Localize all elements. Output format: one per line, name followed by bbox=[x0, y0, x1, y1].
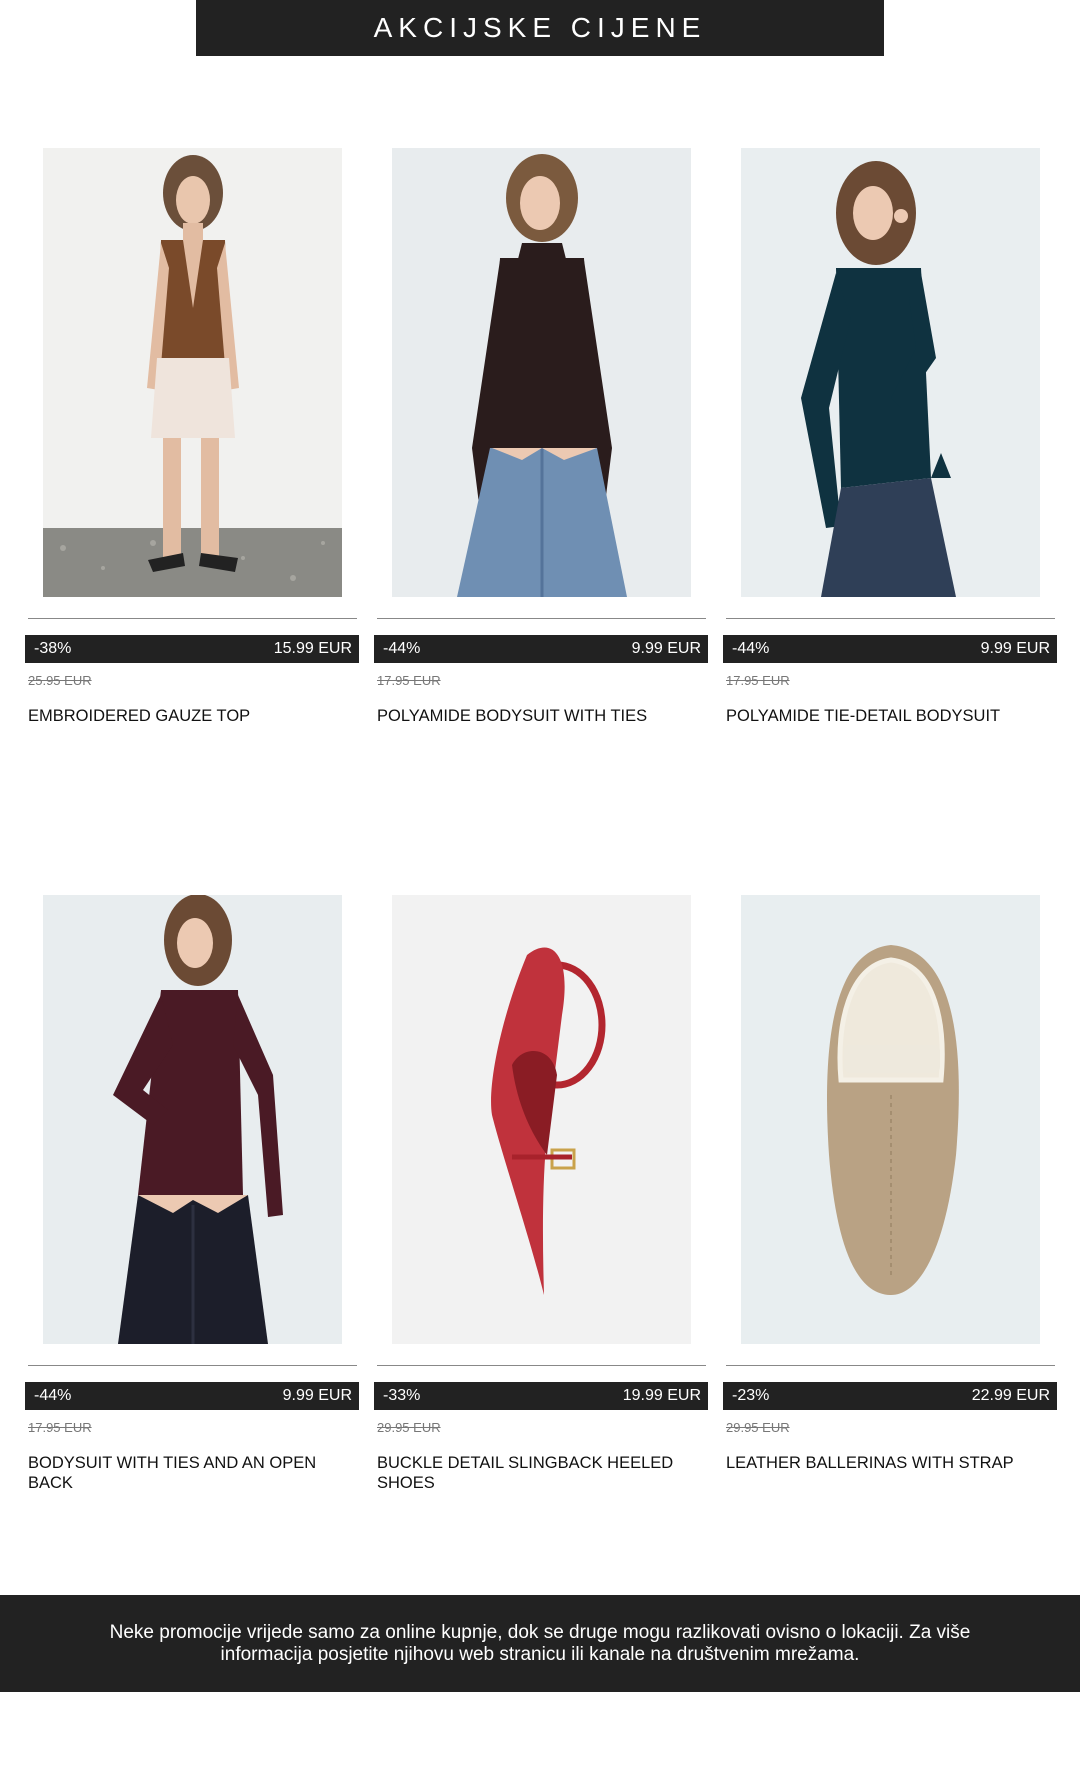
price-bar: -44% 9.99 EUR bbox=[374, 635, 708, 663]
original-price: 25.95 EUR bbox=[28, 673, 92, 688]
divider bbox=[726, 1365, 1055, 1366]
product-name[interactable]: EMBROIDERED GAUZE TOP bbox=[28, 706, 348, 726]
promo-disclaimer: Neke promocije vrijede samo za online ku… bbox=[0, 1595, 1080, 1692]
sale-banner: AKCIJSKE CIJENE bbox=[196, 0, 884, 56]
product-name[interactable]: POLYAMIDE TIE-DETAIL BODYSUIT bbox=[726, 706, 1046, 726]
divider bbox=[377, 618, 706, 619]
discount-badge: -44% bbox=[383, 640, 421, 657]
product-image[interactable] bbox=[392, 895, 691, 1344]
product-name[interactable]: BUCKLE DETAIL SLINGBACK HEELED SHOES bbox=[377, 1453, 697, 1493]
product-name[interactable]: BODYSUIT WITH TIES AND AN OPEN BACK bbox=[28, 1453, 348, 1493]
sale-price: 22.99 EUR bbox=[971, 1387, 1050, 1404]
original-price: 17.95 EUR bbox=[28, 1420, 92, 1435]
divider bbox=[377, 1365, 706, 1366]
disclaimer-text: Neke promocije vrijede samo za online ku… bbox=[109, 1621, 971, 1665]
banner-title: AKCIJSKE CIJENE bbox=[373, 12, 707, 43]
price-bar: -44% 9.99 EUR bbox=[25, 1382, 359, 1410]
discount-badge: -44% bbox=[34, 1387, 72, 1404]
divider bbox=[726, 618, 1055, 619]
sale-price: 19.99 EUR bbox=[622, 1387, 701, 1404]
divider bbox=[28, 1365, 357, 1366]
price-bar: -44% 9.99 EUR bbox=[723, 635, 1057, 663]
discount-badge: -33% bbox=[383, 1387, 421, 1404]
sale-price: 9.99 EUR bbox=[282, 1387, 352, 1404]
discount-badge: -23% bbox=[732, 1387, 770, 1404]
price-bar: -38% 15.99 EUR bbox=[25, 635, 359, 663]
product-image[interactable] bbox=[392, 148, 691, 597]
product-name[interactable]: POLYAMIDE BODYSUIT WITH TIES bbox=[377, 706, 697, 726]
discount-badge: -44% bbox=[732, 640, 770, 657]
product-image[interactable] bbox=[741, 895, 1040, 1344]
product-image[interactable] bbox=[43, 148, 342, 597]
product-image[interactable] bbox=[43, 895, 342, 1344]
original-price: 17.95 EUR bbox=[377, 673, 441, 688]
sale-price: 9.99 EUR bbox=[631, 640, 701, 657]
discount-badge: -38% bbox=[34, 640, 72, 657]
price-bar: -23% 22.99 EUR bbox=[723, 1382, 1057, 1410]
sale-price: 15.99 EUR bbox=[273, 640, 352, 657]
divider bbox=[28, 618, 357, 619]
original-price: 17.95 EUR bbox=[726, 673, 790, 688]
price-bar: -33% 19.99 EUR bbox=[374, 1382, 708, 1410]
original-price: 29.95 EUR bbox=[726, 1420, 790, 1435]
product-image[interactable] bbox=[741, 148, 1040, 597]
product-name[interactable]: LEATHER BALLERINAS WITH STRAP bbox=[726, 1453, 1046, 1473]
original-price: 29.95 EUR bbox=[377, 1420, 441, 1435]
sale-price: 9.99 EUR bbox=[980, 640, 1050, 657]
